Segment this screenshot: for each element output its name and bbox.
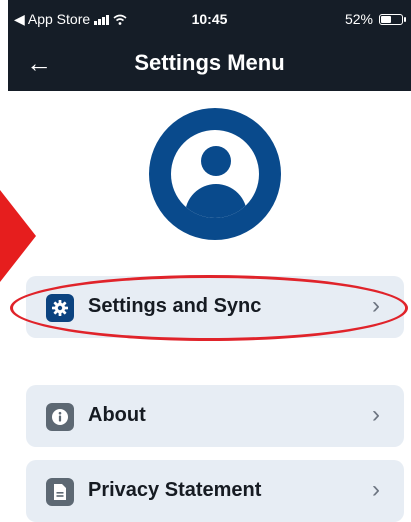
menu-item-label: About — [88, 404, 146, 426]
menu-item-label: Settings and Sync — [88, 295, 262, 317]
page-title: Settings Menu — [134, 50, 285, 75]
user-icon-body — [185, 184, 247, 218]
document-icon — [46, 478, 74, 506]
battery-icon — [379, 13, 406, 25]
chevron-right-icon: › — [372, 401, 380, 428]
status-bar: ◀ App Store 10:45 52% — [8, 0, 411, 36]
app-header: ◀ App Store 10:45 52% ← Settings Menu — [8, 0, 411, 91]
avatar[interactable] — [149, 108, 281, 240]
chevron-right-icon: › — [372, 476, 380, 503]
menu-item-privacy-statement[interactable]: Privacy Statement › — [26, 460, 404, 522]
info-icon — [46, 403, 74, 431]
menu-item-settings-and-sync[interactable]: Settings and Sync › — [26, 276, 404, 338]
user-icon-head — [201, 146, 231, 176]
gear-icon — [46, 294, 74, 322]
annotation-arrow — [0, 190, 36, 282]
menu-item-label: Privacy Statement — [88, 479, 262, 501]
menu-item-about[interactable]: About › — [26, 385, 404, 447]
user-icon — [171, 130, 259, 218]
battery-percent: 52% — [344, 11, 373, 27]
nav-bar: ← Settings Menu — [8, 36, 411, 91]
status-right: 52% — [344, 11, 406, 27]
chevron-right-icon: › — [372, 292, 380, 319]
battery-fill — [381, 15, 391, 23]
